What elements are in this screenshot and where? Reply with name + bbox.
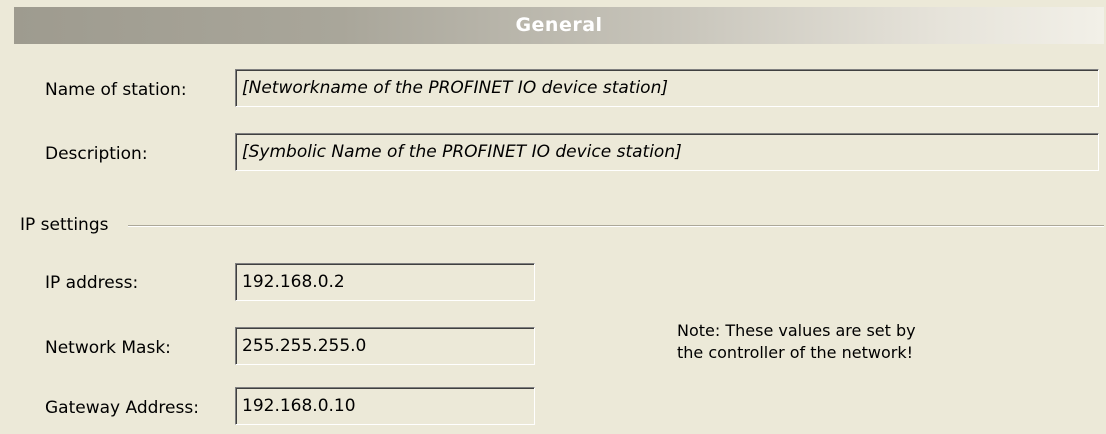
network-mask-label: Network Mask: [45, 338, 171, 358]
general-header-title: General [515, 14, 603, 36]
gateway-address-label: Gateway Address: [45, 398, 199, 418]
description-label: Description: [45, 144, 148, 164]
gateway-address-field[interactable]: 192.168.0.10 [235, 387, 535, 425]
general-header-banner: General [14, 7, 1104, 44]
controller-note: Note: These values are set by the contro… [677, 320, 916, 364]
station-name-label: Name of station: [45, 80, 187, 100]
controller-note-line-1: Note: These values are set by [677, 321, 916, 340]
ip-settings-group-label: IP settings [20, 215, 109, 235]
network-mask-field[interactable]: 255.255.255.0 [235, 327, 535, 365]
controller-note-line-2: the controller of the network! [677, 343, 913, 362]
ip-settings-divider [128, 225, 1104, 227]
ip-address-field[interactable]: 192.168.0.2 [235, 263, 535, 301]
description-field[interactable]: [Symbolic Name of the PROFINET IO device… [235, 133, 1099, 171]
station-name-field[interactable]: [Networkname of the PROFINET IO device s… [235, 69, 1099, 107]
ip-address-label: IP address: [45, 273, 139, 293]
